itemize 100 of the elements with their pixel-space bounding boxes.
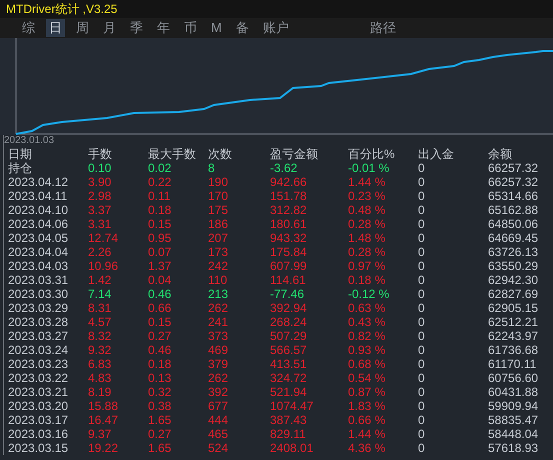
max-lots-cell-text: 0.22 <box>148 175 172 189</box>
date-cell-text: 2023.03.24 <box>8 343 70 357</box>
column-header: 最大手数 <box>148 147 197 161</box>
max-lots-cell-text: 0.15 <box>148 217 172 231</box>
deposit-cell-text: 0 <box>418 343 426 357</box>
date-cell-text: 2023.03.20 <box>8 399 70 413</box>
count-cell-text: 186 <box>208 217 230 231</box>
count-cell-text: 262 <box>208 371 230 385</box>
deposit-cell-text: 0 <box>418 413 426 427</box>
balance-cell-text: 58835.47 <box>488 413 540 427</box>
lots-cell-text: 19.22 <box>88 441 120 455</box>
count-cell-text: 213 <box>208 287 230 301</box>
date-cell-text: 2023.03.16 <box>8 427 70 441</box>
column-header: 余额 <box>488 147 513 161</box>
balance-cell-text: 60431.88 <box>488 385 540 399</box>
column-header: 日期 <box>8 147 33 161</box>
balance-cell-text: 66257.32 <box>488 161 540 175</box>
profit-cell-text: 392.94 <box>270 301 308 315</box>
profit-cell-text: 521.94 <box>270 385 308 399</box>
deposit-cell-text: 0 <box>418 161 426 175</box>
tab[interactable]: 日 <box>46 19 65 37</box>
deposit-cell-text: 0 <box>418 175 426 189</box>
max-lots-cell-text: 0.27 <box>148 427 172 441</box>
percent-cell-text: 0.82 % <box>348 329 386 343</box>
count-cell-text: 392 <box>208 385 230 399</box>
date-cell-text: 2023.03.28 <box>8 315 70 329</box>
count-cell-text: 469 <box>208 343 230 357</box>
balance-cell-text: 61170.11 <box>488 357 538 371</box>
profit-cell-text: 943.32 <box>270 231 308 245</box>
lots-cell-text: 3.90 <box>88 175 112 189</box>
max-lots-cell-text: 0.02 <box>148 161 172 175</box>
lots-cell-text: 16.47 <box>88 413 120 427</box>
tab[interactable]: 年 <box>154 19 173 37</box>
profit-cell-text: 387.43 <box>270 413 308 427</box>
tab[interactable]: 币 <box>181 19 200 37</box>
max-lots-cell-text: 0.07 <box>148 245 172 259</box>
count-cell-text: 242 <box>208 259 230 273</box>
deposit-cell-text: 0 <box>418 301 426 315</box>
lots-cell-text: 10.96 <box>88 259 120 273</box>
profit-cell-text: 312.82 <box>270 203 308 217</box>
percent-cell-text: 0.54 % <box>348 371 386 385</box>
tab[interactable]: 季 <box>127 19 146 37</box>
balance-cell-text: 63726.13 <box>488 245 540 259</box>
balance-cell-text: 61736.68 <box>488 343 540 357</box>
count-cell-text: 190 <box>208 175 230 189</box>
tab[interactable]: 周 <box>73 19 92 37</box>
max-lots-cell-text: 1.65 <box>148 413 172 427</box>
lots-cell-text: 0.10 <box>88 161 112 175</box>
deposit-cell-text: 0 <box>418 245 426 259</box>
max-lots-cell-text: 0.11 <box>148 189 172 203</box>
deposit-cell-text: 0 <box>418 287 426 301</box>
tab[interactable]: 账户 <box>260 19 292 37</box>
date-cell-text: 2023.03.22 <box>8 371 70 385</box>
tab[interactable]: 综 <box>19 19 38 37</box>
profit-cell-text: 151.78 <box>270 189 308 203</box>
max-lots-cell-text: 0.18 <box>148 203 172 217</box>
percent-cell-text: 0.28 % <box>348 245 386 259</box>
balance-cell-text: 63550.29 <box>488 259 540 273</box>
tab[interactable]: 备 <box>232 19 252 37</box>
profit-cell-text: 175.84 <box>270 245 308 259</box>
max-lots-cell-text: 0.66 <box>148 301 172 315</box>
lots-cell-text: 12.74 <box>88 231 120 245</box>
profit-cell-text: 324.72 <box>270 371 308 385</box>
tab[interactable]: M <box>208 19 225 37</box>
date-cell-text: 2023.04.12 <box>8 175 70 189</box>
percent-cell-text: 0.18 % <box>348 273 386 287</box>
percent-cell-text: 1.83 % <box>348 399 386 413</box>
max-lots-cell-text: 0.18 <box>148 357 172 371</box>
percent-cell-text: 0.87 % <box>348 385 386 399</box>
percent-cell-text: 0.43 % <box>348 315 386 329</box>
balance-cell-text: 65162.88 <box>488 203 540 217</box>
count-cell-text: 8 <box>208 161 216 175</box>
lots-cell-text: 2.98 <box>88 189 112 203</box>
percent-cell-text: 0.28 % <box>348 217 386 231</box>
lots-cell-text: 9.37 <box>88 427 112 441</box>
profit-cell-text: -3.62 <box>270 161 298 175</box>
count-cell-text: 379 <box>208 357 230 371</box>
column-header: 盈亏金额 <box>270 147 319 161</box>
balance-cell-text: 62512.21 <box>488 315 540 329</box>
profit-cell-text: 2408.01 <box>270 441 314 455</box>
deposit-cell-text: 0 <box>418 217 426 231</box>
deposit-cell-text: 0 <box>418 441 426 455</box>
tab[interactable]: 月 <box>100 19 119 37</box>
deposit-cell-text: 0 <box>418 231 426 245</box>
count-cell-text: 524 <box>208 441 230 455</box>
date-cell-text: 2023.03.30 <box>8 287 70 301</box>
profit-cell-text: 507.29 <box>270 329 308 343</box>
max-lots-cell-text: 0.38 <box>148 399 172 413</box>
date-cell-text: 2023.03.31 <box>8 273 70 287</box>
percent-cell-text: 1.44 % <box>348 427 386 441</box>
percent-cell-text: 0.93 % <box>348 343 386 357</box>
percent-cell-text: 0.48 % <box>348 203 386 217</box>
profit-cell-text: 566.57 <box>270 343 308 357</box>
lots-cell-text: 8.31 <box>88 301 112 315</box>
max-lots-cell-text: 0.46 <box>148 287 172 301</box>
deposit-cell-text: 0 <box>418 273 426 287</box>
count-cell-text: 465 <box>208 427 230 441</box>
percent-cell-text: 4.36 % <box>348 441 386 455</box>
tab[interactable]: 路径 <box>366 19 399 37</box>
profit-cell-text: 180.61 <box>270 217 308 231</box>
